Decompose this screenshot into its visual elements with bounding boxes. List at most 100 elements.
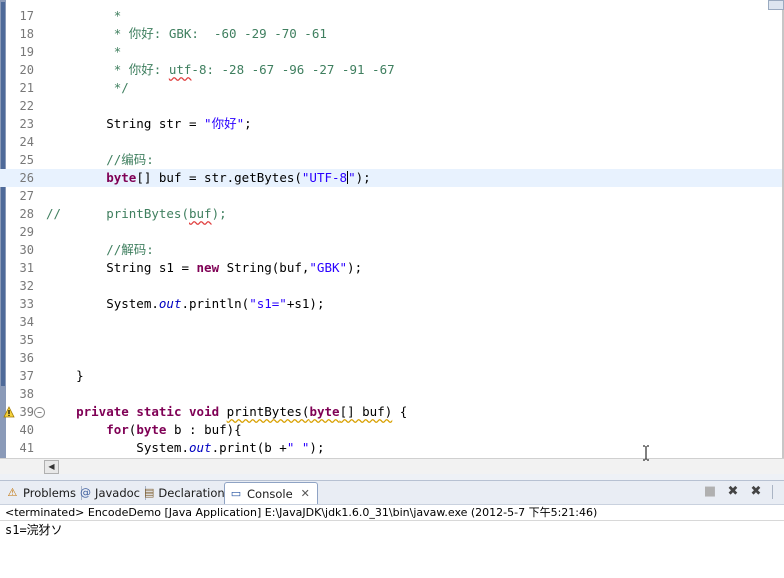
code-line[interactable]: 21 */ [0,79,784,97]
toolbar-overflow[interactable] [772,485,784,499]
line-number: 34 [19,315,34,329]
ibeam-cursor-icon [643,445,649,461]
code-token: ); [355,170,371,185]
tab-declaration[interactable]: ▤ Declaration [140,482,230,504]
line-number: 24 [19,135,34,149]
line-number: 28 [19,207,34,221]
code-token: void [189,404,220,419]
line-number: 35 [19,333,34,347]
code-text[interactable]: // printBytes(buf); [46,205,227,223]
line-number: 38 [19,387,34,401]
code-text[interactable]: //编码: [46,151,154,169]
line-number: 17 [19,9,34,23]
code-text[interactable]: for(byte b : buf){ [46,421,241,439]
code-text[interactable]: String s1 = new String(buf,"GBK"); [46,259,362,277]
code-text[interactable]: * [46,7,122,25]
code-line[interactable]: 28 // printBytes(buf); [0,205,784,223]
code-editor[interactable]: 17 * 18 * 你好: GBK: -60 -29 -70 -61 19 * 20 … [0,0,784,458]
tab-label: Declaration [158,486,225,500]
code-text[interactable]: //解码: [46,241,154,259]
line-number: 41 [19,441,34,455]
line-number: 20 [19,63,34,77]
line-number: 22 [19,99,34,113]
code-line[interactable]: 27 [0,187,784,205]
code-text[interactable]: * [46,43,122,61]
line-number: 26 [19,171,34,185]
scroll-left-arrow[interactable]: ◀ [44,460,59,474]
code-token: * [46,8,122,23]
code-line[interactable]: 35 [0,331,784,349]
remove-all-launches-icon[interactable]: ✖ [748,485,764,499]
line-number: 30 [19,243,34,257]
code-token: // printBytes( [46,206,189,221]
code-token: for [106,422,129,437]
tab-console[interactable]: ▭ Console ✕ [224,482,318,505]
code-line[interactable]: 30 //解码: [0,241,784,259]
code-token: * 你好: [46,62,169,77]
code-text[interactable]: private static void printBytes(byte[] bu… [46,403,407,421]
problems-icon: ⚠ [7,486,18,499]
code-token: .println( [181,296,250,311]
code-line[interactable]: 29 [0,223,784,241]
code-line[interactable]: 24 [0,133,784,151]
line-number: 31 [19,261,34,275]
code-line[interactable]: 36 [0,349,784,367]
code-text[interactable]: * 你好: GBK: -60 -29 -70 -61 [46,25,327,43]
code-token: //解码: [46,242,154,257]
code-text[interactable]: System.out.print(b +" "); [46,439,324,457]
code-line[interactable]: 22 [0,97,784,115]
scroll-up-arrow[interactable] [768,0,784,10]
line-number: 21 [19,81,34,95]
code-line[interactable]: 25 //编码: [0,151,784,169]
code-text[interactable]: byte[] buf = str.getBytes("UTF-8"); [46,169,371,187]
code-line[interactable]: 39− private static void printBytes(byte[… [0,403,784,421]
warning-marker-icon[interactable] [3,406,15,418]
declaration-icon: ▤ [144,486,155,499]
code-token: "UTF-8 [301,170,348,185]
code-text[interactable]: String str = "你好"; [46,115,251,133]
code-token: String s1 = [46,260,197,275]
console-output-area[interactable]: s1=浣犲ソ [0,520,784,578]
terminate-icon[interactable]: ■ [702,485,718,499]
bottom-panel-tabbar: ⚠ Problems @ Javadoc ▤ Declaration ▭ Console ✕ [0,480,784,505]
code-token: private [76,404,129,419]
code-token: " " [286,440,310,455]
code-line[interactable]: 34 [0,313,784,331]
code-token: buf [189,206,212,221]
tab-javadoc[interactable]: @ Javadoc [76,482,146,504]
code-token: String(buf, [219,260,310,275]
code-token: utf [168,62,192,77]
code-line[interactable]: 37 } [0,367,784,385]
remove-launch-icon[interactable]: ✖ [725,485,741,499]
code-line[interactable]: 33 System.out.println("s1="+s1); [0,295,784,313]
close-icon[interactable]: ✕ [301,483,310,505]
code-text[interactable]: */ [46,79,129,97]
code-line[interactable]: 18 * 你好: GBK: -60 -29 -70 -61 [0,25,784,43]
tab-label: Problems [22,486,76,500]
code-line[interactable]: 31 String s1 = new String(buf,"GBK"); [0,259,784,277]
code-line[interactable]: 26 byte[] buf = str.getBytes("UTF-8"); [0,169,784,187]
code-text[interactable]: } [46,367,84,385]
code-line[interactable]: 41 System.out.print(b +" "); [0,439,784,457]
horizontal-scrollbar[interactable]: ◀ [0,458,784,475]
code-token: "s1=" [249,296,287,311]
code-token: byte [106,170,137,185]
code-line[interactable]: 20 * 你好: utf-8: -28 -67 -96 -27 -91 -67 [0,61,784,79]
fold-collapse-icon[interactable]: − [34,407,45,418]
console-icon: ▭ [230,487,242,500]
tab-label: Console [247,487,293,501]
code-line[interactable]: 38 [0,385,784,403]
code-token: printBytes( [226,404,310,419]
code-line[interactable]: 23 String str = "你好"; [0,115,784,133]
code-text[interactable]: System.out.println("s1="+s1); [46,295,324,313]
code-token: * [46,44,122,59]
code-line[interactable]: 17 * [0,7,784,25]
code-line[interactable]: 40 for(byte b : buf){ [0,421,784,439]
tab-problems[interactable]: ⚠ Problems [2,482,82,504]
line-number: 40 [19,423,34,437]
code-text[interactable]: * 你好: utf-8: -28 -67 -96 -27 -91 -67 [46,61,395,79]
code-line[interactable]: 19 * [0,43,784,61]
code-line[interactable]: 32 [0,277,784,295]
